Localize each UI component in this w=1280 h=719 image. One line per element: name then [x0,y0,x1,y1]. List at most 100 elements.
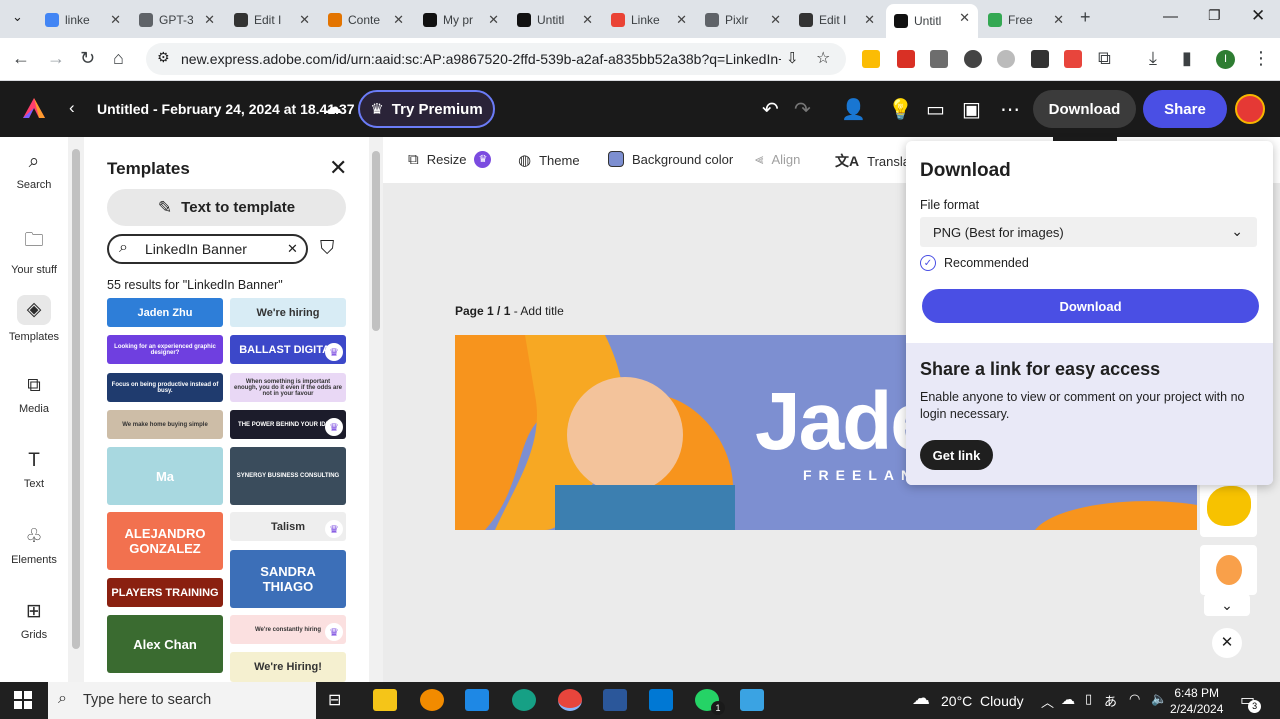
lightbulb-icon[interactable]: 💡 [888,97,913,122]
tab-list-icon[interactable]: ⌄ [12,9,23,25]
extension-5-icon[interactable] [997,50,1015,68]
url-field[interactable]: ⚙ new.express.adobe.com/id/urn:aaid:sc:A… [146,43,846,75]
document-title[interactable]: Untitled - February 24, 2024 at 18.41.37 [97,101,355,117]
chevron-down-icon[interactable]: ⌄ [1204,594,1250,616]
template-search-input[interactable]: ⌕ LinkedIn Banner ✕ [107,234,308,264]
tab-close-icon[interactable]: ✕ [959,10,970,26]
profile-avatar[interactable]: I [1216,50,1235,69]
extension-1-icon[interactable] [862,50,880,68]
cloud-sync-icon[interactable]: ☁ [324,97,342,118]
get-link-button[interactable]: Get link [920,440,993,470]
install-app-icon[interactable]: ⇩ [786,49,799,67]
weather-text[interactable]: 20°C Cloudy [941,693,1024,709]
panel-scrollbar-thumb[interactable] [372,151,380,331]
clock[interactable]: 6:48 PM 2/24/2024 [1170,685,1223,717]
close-window-button[interactable]: ✕ [1251,6,1265,26]
adobe-express-logo[interactable] [22,97,46,119]
close-pages-icon[interactable]: ✕ [1212,628,1242,658]
template-thumbnail[interactable]: Alex Chan [107,615,223,673]
tab-close-icon[interactable]: ✕ [864,12,875,28]
extension-6-icon[interactable] [1031,50,1049,68]
theme-button[interactable]: ◍ Theme [518,151,580,169]
taskbar-search-input[interactable]: ⌕ Type here to search [48,682,316,719]
tab-close-icon[interactable]: ✕ [1053,12,1064,28]
rail-item-templates[interactable]: ◈ Templates [0,295,68,343]
rail-scrollbar[interactable] [68,137,84,682]
home-icon[interactable]: ⌂ [113,48,124,69]
notifications-icon[interactable]: ▭ 3 [1240,690,1262,713]
template-thumbnail[interactable]: ALEJANDRO GONZALEZ [107,512,223,570]
browser-tab[interactable]: Edit I ✕ [791,6,883,34]
windows-start-icon[interactable] [14,691,32,709]
browser-menu-icon[interactable]: ⋮ [1252,48,1270,69]
template-thumbnail[interactable]: We're hiring [230,298,346,327]
try-premium-button[interactable]: ♛ Try Premium [358,90,495,128]
site-info-icon[interactable]: ⚙ [157,49,170,66]
chrome-icon[interactable] [558,689,582,711]
template-thumbnail[interactable]: Talism ♛ [230,512,346,541]
battery-icon[interactable]: ▯ [1085,691,1092,707]
redo-icon[interactable]: ↷ [794,97,811,122]
rail-item-elements[interactable]: ♧ Elements [0,525,68,566]
template-thumbnail[interactable]: PLAYERS TRAINING [107,578,223,607]
tab-close-icon[interactable]: ✕ [676,12,687,28]
file-explorer-icon[interactable] [373,689,397,711]
browser-tab[interactable]: linke ✕ [37,6,129,34]
rail-item-search[interactable]: ⌕ Search [0,151,68,191]
tray-chevron-icon[interactable]: ︿ [1041,692,1054,711]
task-view-icon[interactable]: ⊟ [328,690,341,710]
template-thumbnail[interactable]: SANDRA THIAGO [230,550,346,608]
rail-scrollbar-thumb[interactable] [72,149,80,649]
store-icon[interactable] [649,689,673,711]
browser-tab[interactable]: Free ✕ [980,6,1072,34]
whatsapp-icon[interactable]: 1 [695,689,725,715]
reload-icon[interactable]: ↻ [80,48,95,69]
browser-tab[interactable]: Pixlr ✕ [697,6,789,34]
invite-user-icon[interactable]: 👤 [841,97,866,122]
language-icon[interactable]: あ [1104,691,1117,710]
more-options-icon[interactable]: ⋯ [1000,97,1020,122]
volume-icon[interactable]: 🔈 [1151,691,1167,707]
filter-icon[interactable]: ⛉ [320,238,334,260]
app-orange-icon[interactable] [420,689,444,711]
rail-item-text[interactable]: T Text [0,450,68,490]
tab-close-icon[interactable]: ✕ [488,12,499,28]
background-color-button[interactable]: Background color [608,151,733,167]
extension-7-icon[interactable] [1064,50,1082,68]
onedrive-icon[interactable]: ☁ [1061,691,1075,708]
template-thumbnail[interactable]: Focus on being productive instead of bus… [107,373,223,402]
tab-close-icon[interactable]: ✕ [110,12,121,28]
template-thumbnail[interactable]: SYNERGY BUSINESS CONSULTING [230,447,346,505]
template-thumbnail[interactable]: Looking for an experienced graphic desig… [107,335,223,364]
undo-icon[interactable]: ↶ [762,97,779,122]
back-chevron-icon[interactable]: ‹ [69,98,75,118]
wifi-icon[interactable]: ◠ [1129,691,1140,707]
tab-close-icon[interactable]: ✕ [393,12,404,28]
template-thumbnail[interactable]: When something is important enough, you … [230,373,346,402]
word-icon[interactable] [603,689,627,711]
template-thumbnail[interactable]: Ma [107,447,223,505]
file-format-select[interactable]: PNG (Best for images) ⌄ [920,217,1257,247]
mail-icon[interactable] [465,689,489,711]
weather-icon[interactable]: ☁ [912,688,930,709]
align-button[interactable]: ⫷ Align [755,151,800,168]
downloads-icon[interactable]: ⤓ [1149,48,1157,69]
forward-icon[interactable]: → [47,48,65,69]
bookmark-star-icon[interactable]: ☆ [816,48,830,68]
tab-close-icon[interactable]: ✕ [770,12,781,28]
browser-tab[interactable]: My pr ✕ [415,6,507,34]
browser-tab[interactable]: GPT-3 ✕ [131,6,223,34]
photos-icon[interactable] [740,689,764,711]
close-icon[interactable]: ✕ [329,155,347,181]
template-thumbnail[interactable]: We're constantly hiring ♛ [230,615,346,644]
header-share-button[interactable]: Share [1143,90,1227,128]
clear-search-icon[interactable]: ✕ [287,241,298,257]
browser-tab[interactable]: Untitl ✕ [886,4,978,38]
resize-button[interactable]: ⧉ Resize ♛ [408,151,492,168]
edge-icon[interactable] [512,689,536,711]
extension-3-icon[interactable] [930,50,948,68]
rail-item-grids[interactable]: ⊞ Grids [0,600,68,641]
text-to-template-button[interactable]: ✎ Text to template [107,189,346,226]
browser-tab[interactable]: Conte ✕ [320,6,412,34]
browser-tab[interactable]: Untitl ✕ [509,6,601,34]
